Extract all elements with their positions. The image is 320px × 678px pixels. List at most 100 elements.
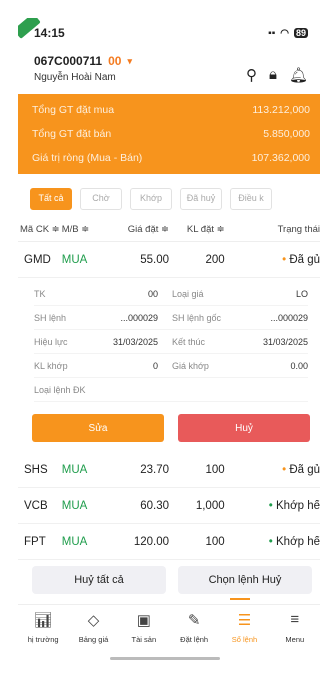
select-cancel-button[interactable]: Chọn lệnh Huỷ (178, 566, 312, 594)
search-icon[interactable]: ⚲ (246, 66, 257, 84)
cell-status: • Khớp hế (231, 500, 320, 512)
nav-place-order[interactable]: ✎ Đặt lệnh (169, 611, 219, 644)
cell-status: • Đã gủ (231, 464, 320, 476)
detail-label: SH lệnh (34, 312, 67, 323)
detail-row: Hiệu lực 31/03/2025 Kết thúc 31/03/2025 (34, 330, 308, 354)
summary-value: 5.850,000 (263, 128, 310, 140)
status-text: Khớp hế (276, 499, 320, 512)
chevron-down-icon: ▾ (127, 55, 132, 66)
account-id: 067C000711 (34, 54, 103, 68)
tab-conditional[interactable]: Điều k (230, 188, 272, 210)
status-icons: ▪▪ ◠ 89 (268, 28, 308, 39)
tab-cancelled[interactable]: Đã huỷ (180, 188, 222, 210)
detail-row: KL khớp 0 Giá khớp 0.00 (34, 354, 308, 378)
detail-value: 0.00 (290, 360, 308, 371)
tab-all[interactable]: Tất cả (30, 188, 72, 210)
nav-label: hị trường (27, 635, 59, 644)
detail-value: 00 (147, 288, 158, 299)
nav-label: Sổ lệnh (231, 635, 258, 644)
detail-value: 31/03/2025 (262, 336, 308, 347)
detail-label: TK (34, 288, 46, 299)
detail-label: Loại lệnh ĐK (34, 384, 86, 395)
sub-account: 00 (108, 54, 122, 68)
col-qty-header[interactable]: KL đặt ≑ (171, 224, 231, 235)
account-name: Nguyễn Hoài Nam (34, 72, 116, 83)
nav-market[interactable]: 📊︎ hị trường (18, 611, 68, 644)
account-selector[interactable]: 067C000711 00 ▾ (34, 54, 132, 68)
table-row[interactable]: GMD MUA 55.00 200 • Đã gủ (18, 242, 320, 278)
table-row[interactable]: FPT MUA 120.00 100 • Khớp hế (18, 524, 320, 560)
cell-side: MUA (61, 535, 88, 548)
detail-row: TK 00 Loại giá LO (34, 282, 308, 306)
cell-price: 23.70 (140, 463, 169, 476)
nav-order-book[interactable]: ☰ Sổ lệnh (219, 611, 269, 644)
col-price-header[interactable]: Giá đặt ≑ (105, 224, 171, 235)
cell-qty: 100 (205, 535, 225, 548)
cell-price: 120.00 (133, 535, 169, 548)
cell-qty: 200 (205, 253, 225, 266)
cancel-order-button[interactable]: Huỷ (178, 414, 310, 442)
detail-label: Kết thúc (172, 336, 206, 347)
cell-side: MUA (61, 499, 88, 512)
table-row[interactable]: SHS MUA 23.70 100 • Đã gủ (18, 452, 320, 488)
tab-pending[interactable]: Chờ (80, 188, 122, 210)
order-summary-panel: Tổng GT đặt mua 113.212,000 Tổng GT đặt … (18, 94, 320, 174)
edit-order-button[interactable]: Sửa (32, 414, 164, 442)
detail-label: KL khớp (34, 360, 68, 371)
detail-value: ...000029 (270, 312, 308, 323)
menu-icon: ≡ (290, 611, 300, 628)
cell-symbol: FPT (24, 535, 46, 548)
col-side-header[interactable]: M/B ≑ (62, 224, 106, 235)
detail-value: 31/03/2025 (112, 336, 158, 347)
status-time: 14:15 (34, 26, 65, 40)
col-symbol-header[interactable]: Mã CK ≑ (18, 224, 62, 235)
cell-side: MUA (61, 253, 88, 266)
home-indicator[interactable] (110, 657, 220, 660)
detail-label: Loại giá (172, 288, 204, 299)
col-status-header: Trạng thái (277, 224, 320, 235)
bell-icon[interactable]: 🔔︎ (289, 66, 308, 84)
cell-status: • Đã gủ (231, 254, 320, 266)
detail-value: LO (295, 288, 308, 299)
status-dot-icon: • (268, 535, 276, 548)
detail-row: SH lệnh ...000029 SH lệnh gốc ...000029 (34, 306, 308, 330)
summary-label: Tổng GT đặt mua (32, 104, 115, 116)
summary-label: Giá trị ròng (Mua - Bán) (32, 152, 143, 164)
chart-icon: 📊︎ (33, 612, 53, 629)
cancel-all-button[interactable]: Huỷ tất cả (32, 566, 166, 594)
active-tab-indicator (230, 598, 250, 600)
wifi-icon: ◠ (280, 27, 289, 39)
status-filter-tabs: Tất cả Chờ Khớp Đã huỷ Điều k (18, 174, 320, 218)
summary-row: Giá trị ròng (Mua - Bán) 107.362,000 (32, 146, 310, 170)
header-icons: ⚲ 🔒︎ 🔔︎ (246, 66, 308, 84)
signal-icon: ▪▪ (268, 27, 276, 39)
status-bar: 14:15 ▪▪ ◠ 89 (18, 18, 320, 48)
tag-icon: ◇ (87, 612, 100, 629)
detail-row: Loại lệnh ĐK (34, 378, 308, 402)
summary-row: Tổng GT đặt mua 113.212,000 (32, 98, 310, 122)
wallet-icon: ▣ (136, 612, 151, 629)
summary-value: 113.212,000 (252, 104, 310, 116)
nav-price-board[interactable]: ◇ Bảng giá (68, 611, 118, 644)
bottom-nav: 📊︎ hị trường ◇ Bảng giá ▣ Tài sản ✎ Đặt … (18, 598, 320, 644)
detail-label: Hiệu lực (34, 336, 68, 347)
summary-value: 107.362,000 (251, 152, 310, 164)
cell-qty: 1,000 (195, 499, 225, 512)
lock-icon[interactable]: 🔒︎ (269, 66, 277, 84)
order-details: TK 00 Loại giá LO SH lệnh ...000029 SH l… (18, 278, 320, 402)
order-icon: ✎ (187, 612, 201, 629)
cell-price: 60.30 (140, 499, 169, 512)
detail-label: Giá khớp (172, 360, 209, 371)
table-header: Mã CK ≑ M/B ≑ Giá đặt ≑ KL đặt ≑ Trạng t… (18, 218, 320, 242)
cell-symbol: SHS (24, 463, 48, 476)
nav-menu[interactable]: ≡ Menu (270, 611, 320, 644)
detail-value: 0 (152, 360, 158, 371)
cell-symbol: VCB (24, 499, 48, 512)
nav-label: Tài sản (131, 635, 157, 644)
order-actions: Sửa Huỷ (18, 402, 320, 452)
table-row[interactable]: VCB MUA 60.30 1,000 • Khớp hế (18, 488, 320, 524)
app-screen: 14:15 ▪▪ ◠ 89 067C000711 00 ▾ Nguyễn Hoà… (18, 18, 320, 668)
cell-qty: 100 (205, 463, 225, 476)
tab-matched[interactable]: Khớp (130, 188, 172, 210)
nav-assets[interactable]: ▣ Tài sản (119, 611, 169, 644)
